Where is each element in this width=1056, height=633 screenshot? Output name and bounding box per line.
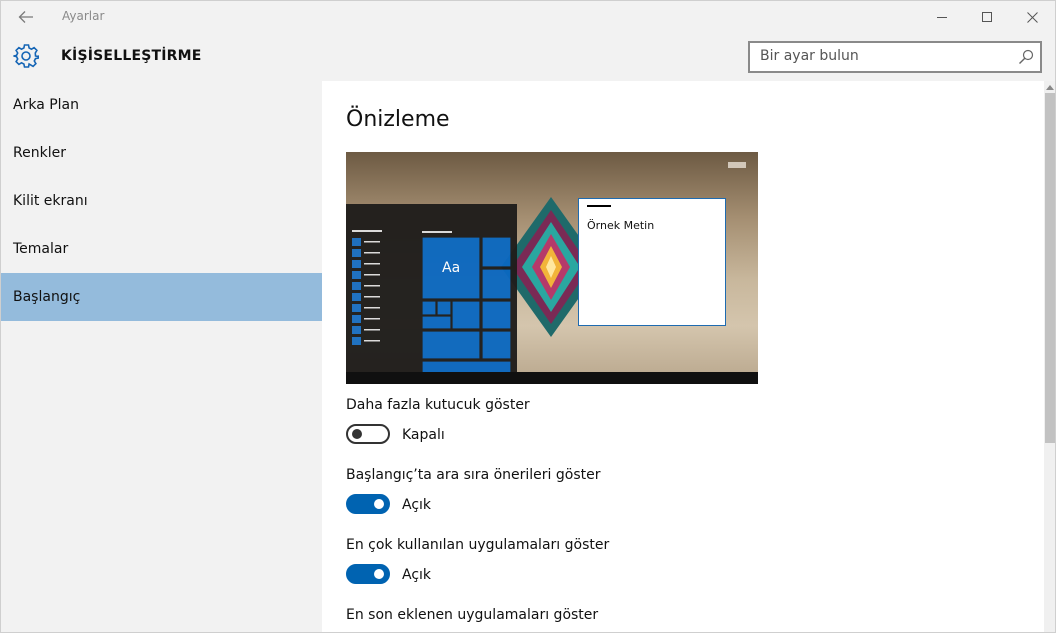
search-icon — [1019, 49, 1034, 64]
settings-window: Ayarlar KİŞİSELLEŞTİRME Arka — [0, 0, 1056, 633]
setting-label-suggestions: Başlangıç’ta ara sıra önerileri göster — [346, 467, 601, 483]
header: KİŞİSELLEŞTİRME — [1, 33, 1055, 81]
section-title: Önizleme — [346, 107, 450, 132]
tile-grid-preview — [422, 237, 512, 372]
scroll-up-arrow-icon — [1046, 84, 1054, 90]
preview-tile-label: Aa — [442, 260, 461, 276]
back-arrow-icon — [18, 11, 33, 23]
gear-icon — [13, 44, 39, 68]
sidebar: Arka Plan Renkler Kilit ekranı Temalar B… — [1, 81, 322, 632]
sample-window: Örnek Metin — [578, 198, 726, 326]
sidebar-item-label: Arka Plan — [13, 97, 80, 113]
minimize-button[interactable] — [919, 1, 965, 33]
close-button[interactable] — [1009, 1, 1055, 33]
sidebar-item-label: Kilit ekranı — [13, 193, 88, 209]
sample-text: Örnek Metin — [587, 219, 655, 232]
start-preview: Aa Örnek Metin — [346, 152, 758, 384]
app-list-preview — [352, 230, 382, 345]
sidebar-item-label: Temalar — [13, 241, 69, 257]
sidebar-item-renkler[interactable]: Renkler — [1, 129, 322, 177]
wallpaper-logo — [728, 162, 746, 168]
sidebar-item-label: Renkler — [13, 145, 66, 161]
toggle-knob — [374, 569, 384, 579]
search-input[interactable] — [760, 48, 1010, 64]
tiles-header-line — [422, 231, 452, 233]
start-menu-preview: Aa — [346, 204, 517, 372]
search-box[interactable] — [748, 41, 1042, 73]
toggle-knob — [374, 499, 384, 509]
toggle-more-tiles[interactable] — [346, 424, 390, 444]
sample-title-bar — [587, 205, 611, 207]
scrollbar[interactable] — [1044, 81, 1055, 632]
toggle-knob — [352, 429, 362, 439]
maximize-button[interactable] — [964, 1, 1010, 33]
scroll-up-button[interactable] — [1044, 81, 1055, 93]
setting-label-most-used: En çok kullanılan uygulamaları göster — [346, 537, 610, 553]
toggle-state-most-used: Açık — [402, 567, 432, 583]
page-title: KİŞİSELLEŞTİRME — [61, 48, 202, 64]
setting-label-more-tiles: Daha fazla kutucuk göster — [346, 397, 530, 413]
scroll-thumb[interactable] — [1045, 93, 1055, 443]
maximize-icon — [982, 12, 992, 22]
sidebar-item-baslangic[interactable]: Başlangıç — [1, 273, 322, 321]
toggle-suggestions[interactable] — [346, 494, 390, 514]
back-button[interactable] — [9, 5, 43, 29]
taskbar-preview — [346, 372, 758, 384]
toggle-state-more-tiles: Kapalı — [402, 427, 445, 443]
main-content: Önizleme Aa Örnek Metin Daha fazla kutuc… — [322, 81, 1044, 632]
sidebar-item-arka-plan[interactable]: Arka Plan — [1, 81, 322, 129]
minimize-icon — [937, 17, 947, 18]
setting-label-recently-added: En son eklenen uygulamaları göster — [346, 607, 599, 623]
close-icon — [1026, 11, 1038, 23]
sidebar-item-kilit-ekrani[interactable]: Kilit ekranı — [1, 177, 322, 225]
toggle-most-used[interactable] — [346, 564, 390, 584]
toggle-state-suggestions: Açık — [402, 497, 432, 513]
sidebar-item-temalar[interactable]: Temalar — [1, 225, 322, 273]
sidebar-item-label: Başlangıç — [13, 289, 81, 305]
window-title: Ayarlar — [62, 9, 105, 23]
title-bar: Ayarlar — [1, 1, 1055, 33]
